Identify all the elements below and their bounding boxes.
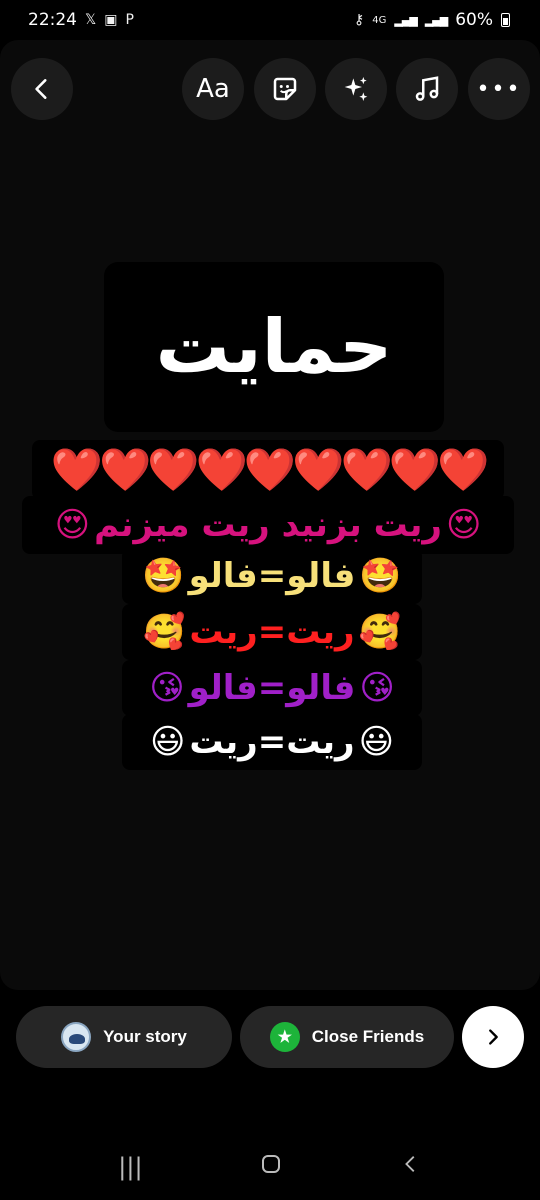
your-story-button[interactable]: Your story <box>16 1006 232 1068</box>
emoji-smiling-hearts: 🥰 <box>143 612 186 652</box>
sticker-icon <box>273 77 297 101</box>
emoji-kiss: 😘 <box>149 668 185 708</box>
emoji-heart-eyes: 😍 <box>445 505 482 545</box>
line3-text: فالو=فالو <box>188 556 356 596</box>
music-button[interactable] <box>396 58 458 120</box>
text-line-3: 🤩 فالو=فالو 🤩 <box>122 548 422 604</box>
star-icon: ★ <box>269 1022 300 1052</box>
emoji-grinning: 😃 <box>149 722 186 762</box>
ellipsis-icon: ••• <box>476 76 522 102</box>
network-type: 4G <box>372 14 387 26</box>
back-button[interactable] <box>11 58 73 120</box>
text-tool-button[interactable]: Aa <box>182 58 244 120</box>
text-line-5: 😘 فالو=فالو 😘 <box>122 660 422 716</box>
signal-icon-2: ▂▄▆ <box>424 13 448 27</box>
story-title: حمایت <box>155 304 393 390</box>
share-bar: Your story ★ Close Friends <box>0 1000 540 1080</box>
story-text-block[interactable]: ❤️❤️❤️❤️❤️❤️❤️❤️❤️ 😍 ریت بزنید ریت میزنم… <box>22 432 514 770</box>
emoji-star-struck: 🤩 <box>359 556 402 596</box>
close-friends-button[interactable]: ★ Close Friends <box>240 1006 454 1068</box>
text-icon: Aa <box>196 74 230 104</box>
text-line-4: 🥰 ریت=ریت 🥰 <box>122 604 422 660</box>
emoji-grinning: 😃 <box>358 722 395 762</box>
p-app-icon: P <box>125 12 134 28</box>
emoji-smiling-hearts: 🥰 <box>358 612 401 652</box>
battery-icon <box>501 13 510 27</box>
story-title-block[interactable]: حمایت <box>104 262 444 432</box>
music-note-icon <box>415 76 439 101</box>
recent-apps-icon[interactable]: ||| <box>118 1153 142 1181</box>
chevron-right-icon <box>489 1029 498 1045</box>
close-friends-label: Close Friends <box>311 1027 425 1046</box>
x-app-icon: 𝕏 <box>85 12 97 28</box>
sticker-button[interactable] <box>254 58 316 120</box>
gallery-icon: ▣ <box>104 12 118 28</box>
text-line-2: 😍 ریت بزنید ریت میزنم 😍 <box>22 496 514 554</box>
more-options-button[interactable]: ••• <box>468 58 530 120</box>
battery-percent: 60% <box>455 10 493 30</box>
avatar <box>61 1022 92 1052</box>
next-button[interactable] <box>462 1006 524 1068</box>
line5-text: فالو=فالو <box>188 668 356 708</box>
home-icon[interactable] <box>259 1152 283 1182</box>
status-bar: 22:24 𝕏 ▣ P ⚷ 4G ▂▄▆ ▂▄▆ 60% <box>0 0 540 40</box>
line4-text: ریت=ریت <box>189 612 355 652</box>
back-nav-icon[interactable] <box>400 1152 422 1182</box>
clock: 22:24 <box>28 10 77 30</box>
hearts-line: ❤️❤️❤️❤️❤️❤️❤️❤️❤️ <box>32 440 504 500</box>
effects-button[interactable] <box>325 58 387 120</box>
sparkles-icon <box>344 77 368 101</box>
text-line-6: 😃 ریت=ریت 😃 <box>122 714 422 770</box>
line6-text: ریت=ریت <box>189 722 355 762</box>
line2-text: ریت بزنید ریت میزنم <box>94 505 442 545</box>
emoji-heart-eyes: 😍 <box>54 505 91 545</box>
your-story-label: Your story <box>103 1027 187 1046</box>
emoji-kiss: 😘 <box>359 668 395 708</box>
hearts-text: ❤️❤️❤️❤️❤️❤️❤️❤️❤️ <box>50 445 490 494</box>
chevron-left-icon <box>35 79 47 99</box>
signal-icon: ▂▄▆ <box>394 13 417 27</box>
emoji-star-struck: 🤩 <box>142 556 185 596</box>
key-icon: ⚷ <box>354 12 365 28</box>
system-nav-bar: ||| <box>0 1134 540 1200</box>
